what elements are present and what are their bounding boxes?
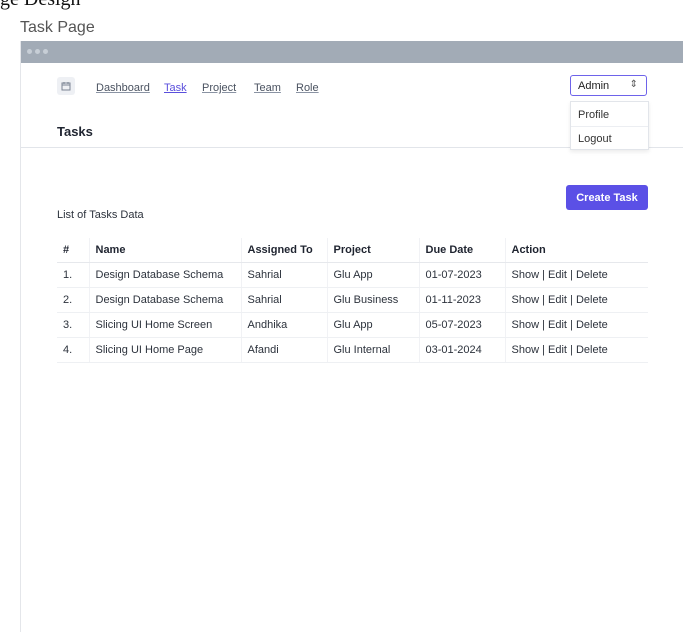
assignee-cell: Afandi bbox=[241, 337, 328, 363]
due-date-cell: 01-11-2023 bbox=[419, 287, 506, 313]
table-row: 3. Slicing UI Home Screen Andhika Glu App 05… bbox=[57, 312, 648, 338]
action-edit-link[interactable]: Edit bbox=[548, 269, 567, 281]
column-header: Due Date bbox=[419, 238, 506, 263]
action-separator: | bbox=[566, 344, 576, 356]
assignee-cell: Sahrial bbox=[241, 287, 328, 313]
menu-item-logout[interactable]: Logout bbox=[578, 133, 612, 145]
row-number-cell: 3. bbox=[57, 312, 90, 338]
nav-link-role[interactable]: Role bbox=[296, 82, 319, 94]
project-name-cell: Glu Internal bbox=[327, 337, 420, 363]
action-show-link[interactable]: Show bbox=[512, 294, 540, 306]
action-edit-link[interactable]: Edit bbox=[548, 319, 567, 331]
action-cell: Show | Edit | Delete bbox=[505, 262, 648, 288]
assignee-cell: Andhika bbox=[241, 312, 328, 338]
due-date-cell: 03-01-2024 bbox=[419, 337, 506, 363]
column-header: # bbox=[57, 238, 90, 263]
row-number-cell: 4. bbox=[57, 337, 90, 363]
page-title: Task Page bbox=[20, 19, 95, 36]
user-role-value: Admin bbox=[578, 80, 610, 92]
task-name-cell: Slicing UI Home Screen bbox=[89, 312, 242, 338]
column-header: Project bbox=[327, 238, 420, 263]
table-row: 2. Design Database Schema Sahrial Glu Busin… bbox=[57, 287, 648, 313]
user-role-select[interactable]: Admin ⇕ bbox=[570, 75, 647, 96]
nav-link-task[interactable]: Task bbox=[164, 82, 187, 94]
action-cell: Show | Edit | Delete bbox=[505, 312, 648, 338]
task-name-cell: Design Database Schema bbox=[89, 287, 242, 313]
project-name-cell: Glu Business bbox=[327, 287, 420, 313]
action-edit-link[interactable]: Edit bbox=[548, 294, 567, 306]
section-title: Tasks bbox=[57, 124, 93, 139]
menu-item-profile[interactable]: Profile bbox=[578, 109, 609, 121]
action-separator: | bbox=[539, 269, 549, 281]
window-dot-icon bbox=[27, 49, 32, 54]
nav-link-dashboard[interactable]: Dashboard bbox=[96, 82, 150, 94]
project-name-cell: Glu App bbox=[327, 312, 420, 338]
table-row: 1. Design Database Schema Sahrial Glu App 01… bbox=[57, 262, 648, 288]
menu-divider bbox=[571, 126, 648, 127]
nav-link-project[interactable]: Project bbox=[202, 82, 236, 94]
action-delete-link[interactable]: Delete bbox=[576, 269, 608, 281]
calendar-icon[interactable] bbox=[57, 77, 75, 95]
action-show-link[interactable]: Show bbox=[512, 319, 540, 331]
action-cell: Show | Edit | Delete bbox=[505, 337, 648, 363]
list-label: List of Tasks Data bbox=[57, 209, 144, 221]
user-dropdown-menu: Profile Logout bbox=[570, 101, 649, 150]
action-separator: | bbox=[566, 319, 576, 331]
due-date-cell: 01-07-2023 bbox=[419, 262, 506, 288]
window-dot-icon bbox=[43, 49, 48, 54]
chevron-updown-icon: ⇕ bbox=[629, 79, 638, 90]
window-dot-icon bbox=[35, 49, 40, 54]
table-row: 4. Slicing UI Home Page Afandi Glu Internal… bbox=[57, 337, 648, 363]
app-content: Dashboard Task Project Team Role Admin ⇕… bbox=[21, 63, 683, 632]
action-delete-link[interactable]: Delete bbox=[576, 294, 608, 306]
table-header-row: # Name Assigned To Project Due Date Acti… bbox=[57, 238, 648, 263]
task-name-cell: Slicing UI Home Page bbox=[89, 337, 242, 363]
row-number-cell: 1. bbox=[57, 262, 90, 288]
window-title-bar bbox=[21, 41, 683, 63]
task-name-cell: Design Database Schema bbox=[89, 262, 242, 288]
column-header: Action bbox=[505, 238, 648, 263]
action-edit-link[interactable]: Edit bbox=[548, 344, 567, 356]
nav-link-team[interactable]: Team bbox=[254, 82, 281, 94]
action-show-link[interactable]: Show bbox=[512, 344, 540, 356]
column-header: Assigned To bbox=[241, 238, 328, 263]
action-show-link[interactable]: Show bbox=[512, 269, 540, 281]
project-name-cell: Glu App bbox=[327, 262, 420, 288]
action-delete-link[interactable]: Delete bbox=[576, 344, 608, 356]
assignee-cell: Sahrial bbox=[241, 262, 328, 288]
action-separator: | bbox=[539, 319, 549, 331]
row-number-cell: 2. bbox=[57, 287, 90, 313]
document-heading: ge Design bbox=[0, 0, 81, 11]
action-separator: | bbox=[566, 269, 576, 281]
tasks-table: # Name Assigned To Project Due Date Acti… bbox=[57, 238, 648, 363]
action-separator: | bbox=[539, 294, 549, 306]
action-separator: | bbox=[566, 294, 576, 306]
column-header: Name bbox=[89, 238, 242, 263]
action-delete-link[interactable]: Delete bbox=[576, 319, 608, 331]
action-cell: Show | Edit | Delete bbox=[505, 287, 648, 313]
action-separator: | bbox=[539, 344, 549, 356]
browser-window: Dashboard Task Project Team Role Admin ⇕… bbox=[20, 41, 683, 632]
create-task-button[interactable]: Create Task bbox=[566, 185, 648, 210]
due-date-cell: 05-07-2023 bbox=[419, 312, 506, 338]
